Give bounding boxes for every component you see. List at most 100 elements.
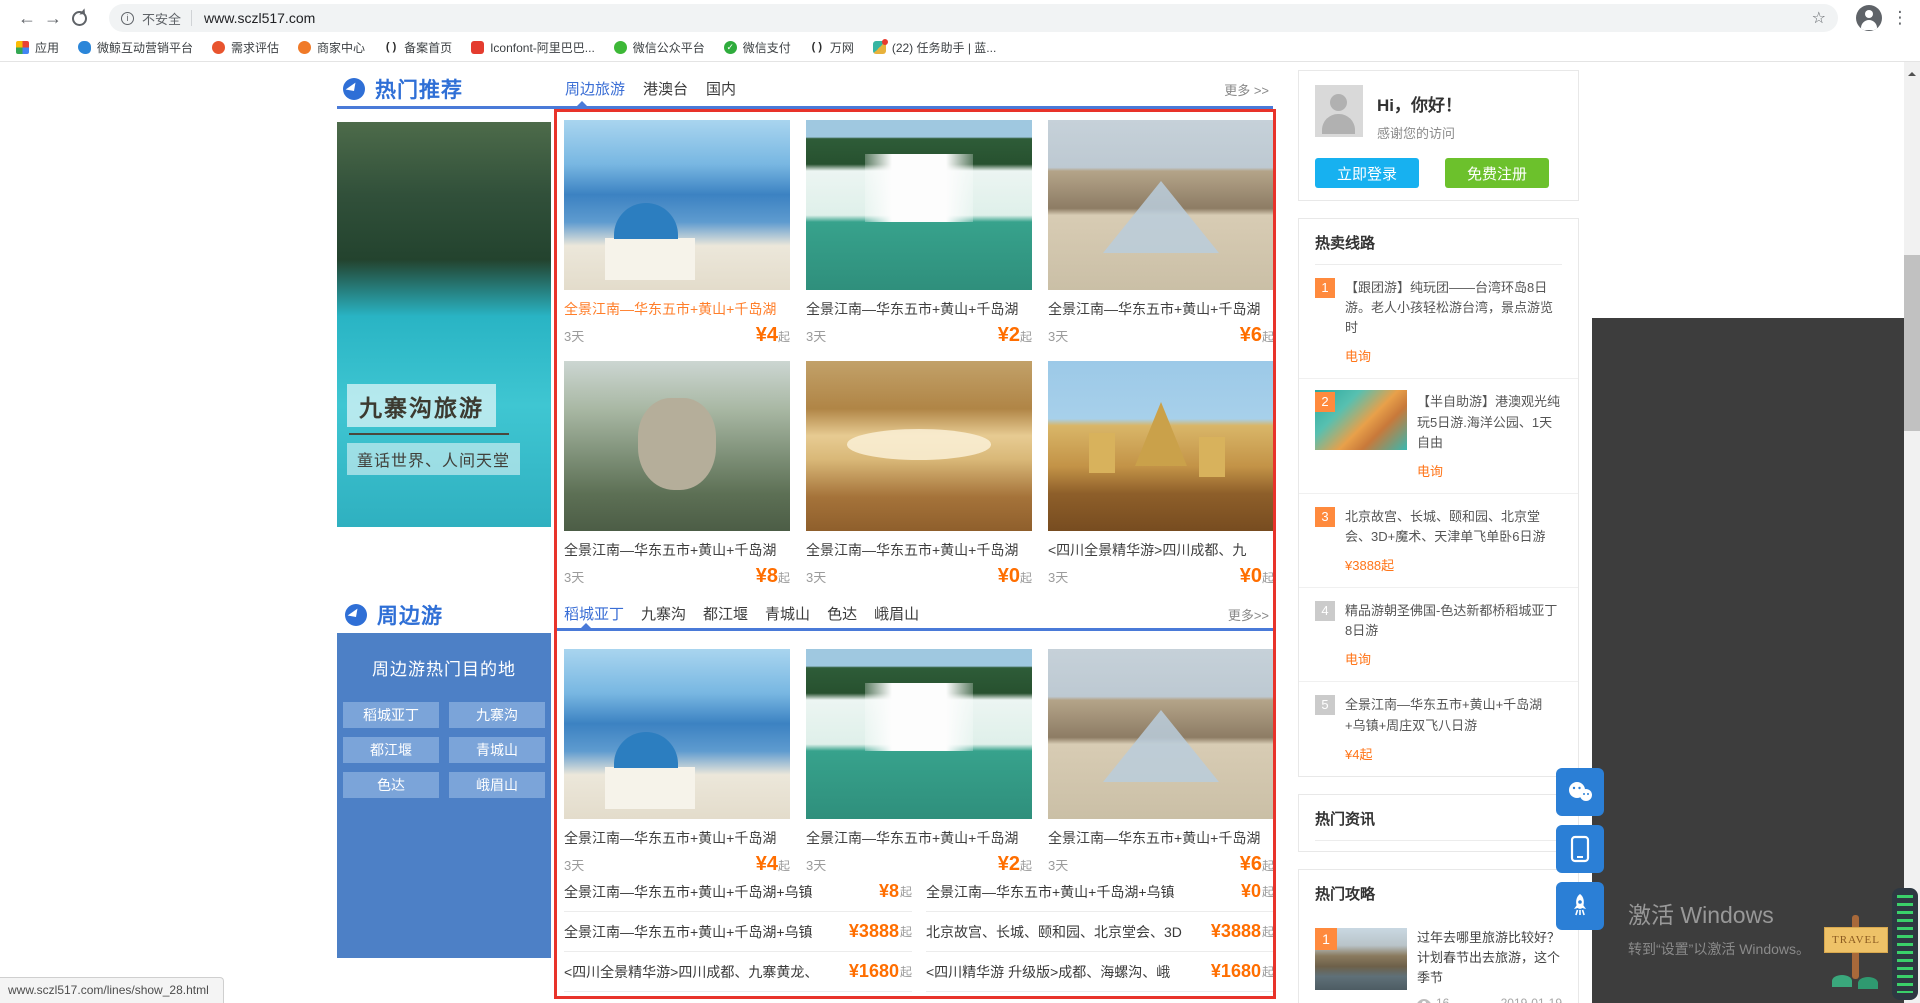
register-button[interactable]: 免费注册 xyxy=(1445,158,1549,188)
floating-toolbar xyxy=(1556,768,1604,939)
card-title[interactable]: <四川全景精华游>四川成都、九 xyxy=(1048,540,1274,560)
card-title[interactable]: 全景江南—华东五市+黄山+千岛湖 xyxy=(564,540,790,560)
security-label[interactable]: 不安全 xyxy=(142,9,181,28)
tour-card[interactable]: 全景江南—华东五市+黄山+千岛湖 3天¥6起 xyxy=(1048,120,1274,347)
tab-seda[interactable]: 色达 xyxy=(827,603,857,624)
tab-qingchengshan[interactable]: 青城山 xyxy=(765,603,810,624)
whale-favicon-icon xyxy=(78,41,91,54)
guide-thumbnail[interactable]: 1 xyxy=(1315,928,1407,990)
card-image-hukou-falls[interactable] xyxy=(806,361,1032,531)
page-marker-widget[interactable] xyxy=(1892,888,1918,1000)
tour-card[interactable]: 全景江南—华东五市+黄山+千岛湖 3天¥4起 xyxy=(564,649,790,876)
route-price[interactable]: 电询 xyxy=(1345,346,1562,365)
tour-card[interactable]: <四川全景精华游>四川成都、九 3天¥0起 xyxy=(1048,361,1274,588)
dest-button-emeishan[interactable]: 峨眉山 xyxy=(449,772,545,798)
tour-card[interactable]: 全景江南—华东五市+黄山+千岛湖 3天¥2起 xyxy=(806,120,1032,347)
rocket-icon[interactable] xyxy=(1556,882,1604,930)
route-price[interactable]: ¥4起 xyxy=(1345,744,1562,763)
card-image-santorini[interactable] xyxy=(564,120,790,290)
card-price: ¥2 xyxy=(998,324,1020,346)
guide-item[interactable]: 1 过年去哪里旅游比较好？计划春节出去旅游，这个季节 16 2019-01-19 xyxy=(1299,915,1578,1003)
tab-gangaotai[interactable]: 港澳台 xyxy=(643,78,688,99)
card-price: ¥0 xyxy=(998,565,1020,587)
list-item[interactable]: <四川全景精华游>四川成都、九寨黄龙、¥1680起 xyxy=(564,952,912,992)
address-bar[interactable]: i 不安全 www.sczl517.com ☆ xyxy=(109,4,1838,32)
route-item[interactable]: 3 北京故宫、长城、颐和园、北京堂会、3D+魔术、天津单飞单卧6日游 ¥3888… xyxy=(1299,494,1578,588)
tour-card[interactable]: 全景江南—华东五市+黄山+千岛湖 3天¥4起 xyxy=(564,120,790,347)
hot-section-underline xyxy=(337,106,1273,109)
bookmark-item[interactable]: ( )备案首页 xyxy=(384,39,452,56)
bookmark-item[interactable]: Iconfont-阿里巴巴... xyxy=(471,39,595,56)
wechat-icon[interactable] xyxy=(1556,768,1604,816)
forward-icon[interactable]: → xyxy=(40,8,66,29)
card-image-waterfall[interactable] xyxy=(806,120,1032,290)
card-image-temple[interactable] xyxy=(1048,361,1274,531)
route-price[interactable]: 电询 xyxy=(1417,461,1562,480)
nearby-more-link[interactable]: 更多>> xyxy=(1228,605,1269,624)
jiuzhaigou-banner[interactable]: 九寨沟旅游 童话世界、人间天堂 xyxy=(337,122,551,527)
menu-dots-icon[interactable]: ⋮ xyxy=(1890,8,1910,28)
list-item[interactable]: 北京故宫、长城、颐和园、北京堂会、3D¥3888起 xyxy=(926,912,1274,952)
bookmark-apps[interactable]: 应用 xyxy=(16,39,59,56)
card-title[interactable]: 全景江南—华东五市+黄山+千岛湖 xyxy=(564,828,790,848)
scrollbar[interactable] xyxy=(1904,62,1920,1003)
list-item[interactable]: 全景江南—华东五市+黄山+千岛湖+乌镇¥3888起 xyxy=(564,912,912,952)
card-image-louvre[interactable] xyxy=(1048,120,1274,290)
tab-daochengyading[interactable]: 稻城亚丁 xyxy=(564,603,624,624)
reload-icon[interactable] xyxy=(72,11,87,26)
bookmark-item[interactable]: (22) 任务助手 | 蓝... xyxy=(873,39,996,56)
card-image-santorini[interactable] xyxy=(564,649,790,819)
tab-jiuzhaigou[interactable]: 九寨沟 xyxy=(641,603,686,624)
mobile-icon[interactable] xyxy=(1556,825,1604,873)
hot-more-link[interactable]: 更多 >> xyxy=(1224,80,1269,99)
route-item[interactable]: 4 精品游朝圣佛国-色达新都桥稻城亚丁8日游 电询 xyxy=(1299,588,1578,682)
card-title[interactable]: 全景江南—华东五市+黄山+千岛湖 xyxy=(1048,828,1274,848)
list-item[interactable]: 全景江南—华东五市+黄山+千岛湖+乌镇¥0起 xyxy=(926,872,1274,912)
scrollbar-thumb[interactable] xyxy=(1904,255,1920,431)
back-icon[interactable]: ← xyxy=(14,8,40,29)
card-image-waterfall[interactable] xyxy=(806,649,1032,819)
scrollbar-up-arrow[interactable] xyxy=(1908,68,1916,76)
tour-card[interactable]: 全景江南—华东五市+黄山+千岛湖 3天¥0起 xyxy=(806,361,1032,588)
card-title[interactable]: 全景江南—华东五市+黄山+千岛湖 xyxy=(806,540,1032,560)
route-price[interactable]: ¥3888起 xyxy=(1345,555,1562,574)
tab-guonei[interactable]: 国内 xyxy=(706,78,736,99)
card-image-statue[interactable] xyxy=(564,361,790,531)
bookmark-item[interactable]: 商家中心 xyxy=(298,39,365,56)
bookmark-item[interactable]: 微鲸互动营销平台 xyxy=(78,39,193,56)
route-item[interactable]: 2 【半自助游】港澳观光纯玩5日游.海洋公园、1天自由 电询 xyxy=(1299,379,1578,493)
card-title[interactable]: 全景江南—华东五市+黄山+千岛湖 xyxy=(1048,299,1274,319)
tour-card[interactable]: 全景江南—华东五市+黄山+千岛湖 3天¥2起 xyxy=(806,649,1032,876)
bookmark-item[interactable]: ( )万网 xyxy=(810,39,854,56)
bookmark-star-icon[interactable]: ☆ xyxy=(1812,8,1826,28)
list-item[interactable]: <四川精华游 升级版>成都、海螺沟、峨¥1680起 xyxy=(926,952,1274,992)
login-button[interactable]: 立即登录 xyxy=(1315,158,1419,188)
tab-dujiangyan[interactable]: 都江堰 xyxy=(703,603,748,624)
hot-section-title-text: 热门推荐 xyxy=(375,74,463,104)
route-price[interactable]: 电询 xyxy=(1345,649,1562,668)
card-title[interactable]: 全景江南—华东五市+黄山+千岛湖 xyxy=(806,828,1032,848)
tab-emeishan[interactable]: 峨眉山 xyxy=(874,603,919,624)
card-image-louvre[interactable] xyxy=(1048,649,1274,819)
tour-card[interactable]: 全景江南—华东五市+黄山+千岛湖 3天¥6起 xyxy=(1048,649,1274,876)
url-text[interactable]: www.sczl517.com xyxy=(204,10,315,26)
route-item[interactable]: 1 【跟团游】纯玩团——台湾环岛8日游。老人小孩轻松游台湾，景点游览时 电询 xyxy=(1299,265,1578,379)
bookmark-item[interactable]: ✓微信支付 xyxy=(724,39,791,56)
bookmark-item[interactable]: 微信公众平台 xyxy=(614,39,705,56)
card-title[interactable]: 全景江南—华东五市+黄山+千岛湖 xyxy=(564,299,790,319)
tour-card[interactable]: 全景江南—华东五市+黄山+千岛湖 3天¥8起 xyxy=(564,361,790,588)
dest-button-jiuzhaigou[interactable]: 九寨沟 xyxy=(449,702,545,728)
card-title[interactable]: 全景江南—华东五市+黄山+千岛湖 xyxy=(806,299,1032,319)
list-item[interactable]: 全景江南—华东五市+黄山+千岛湖+乌镇¥8起 xyxy=(564,872,912,912)
tab-zhoubianlvyou[interactable]: 周边旅游 xyxy=(565,78,625,99)
profile-avatar-icon[interactable] xyxy=(1856,5,1882,31)
dest-button-qingchengshan[interactable]: 青城山 xyxy=(449,737,545,763)
route-item[interactable]: 5 全景江南—华东五市+黄山+千岛湖+乌镇+周庄双飞八日游 ¥4起 xyxy=(1299,682,1578,775)
dest-button-daochengyading[interactable]: 稻城亚丁 xyxy=(343,702,439,728)
bookmark-item[interactable]: 需求评估 xyxy=(212,39,279,56)
info-icon[interactable]: i xyxy=(121,12,134,25)
greeting-text: Hi，你好！ xyxy=(1377,91,1462,116)
card-days: 3天 xyxy=(806,326,826,345)
dest-button-seda[interactable]: 色达 xyxy=(343,772,439,798)
dest-button-dujiangyan[interactable]: 都江堰 xyxy=(343,737,439,763)
